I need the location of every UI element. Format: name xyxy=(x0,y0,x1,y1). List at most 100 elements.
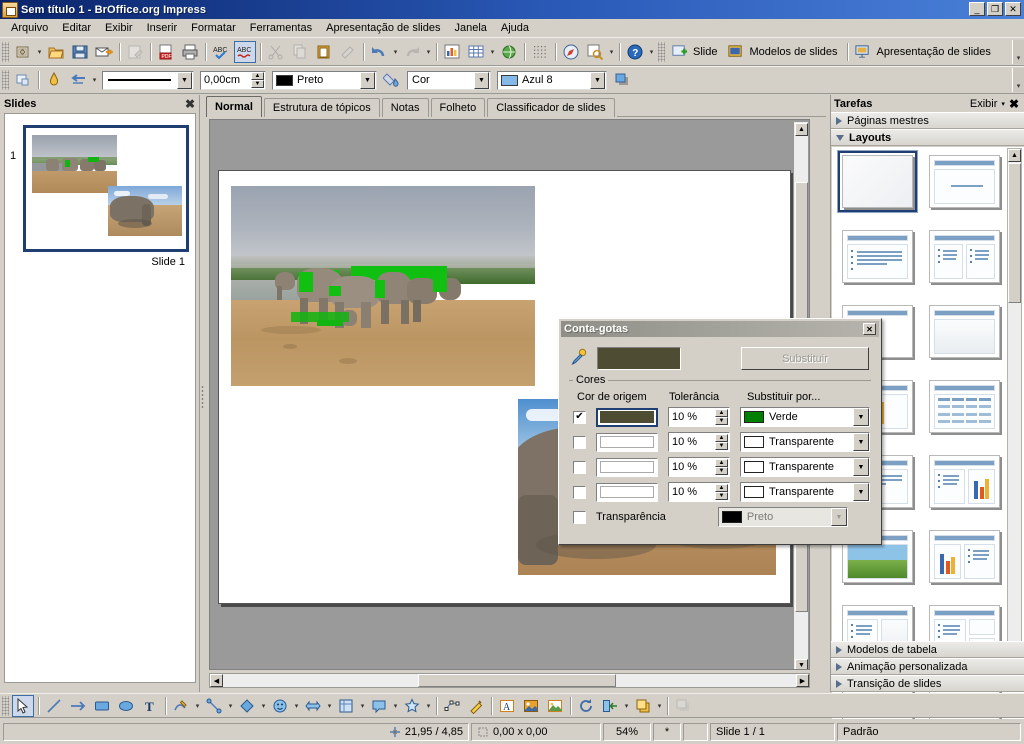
slide-master-icon[interactable] xyxy=(724,41,746,63)
area-style-icon[interactable] xyxy=(381,69,403,91)
fill-color-combo[interactable]: Azul 8 ▼ xyxy=(497,70,607,90)
tolerance-steppers[interactable]: ▲ ▼ xyxy=(715,434,728,450)
chevron-down-icon[interactable]: ▼ xyxy=(853,433,869,451)
slide-thumbnail-item[interactable]: Slide 1 xyxy=(23,125,189,268)
insert-chart-icon[interactable] xyxy=(441,41,463,63)
menu-inserir[interactable]: Inserir xyxy=(140,20,185,36)
stepper-down-icon[interactable]: ▼ xyxy=(715,467,728,475)
tolerance-steppers[interactable]: ▲ ▼ xyxy=(715,409,728,425)
block-arrows-icon[interactable] xyxy=(302,695,324,717)
insert-image-icon[interactable] xyxy=(520,695,542,717)
replace-with-dropdown[interactable]: Transparente ▼ xyxy=(740,482,870,502)
fontwork-icon[interactable]: A xyxy=(496,695,518,717)
stepper-down-icon[interactable]: ▼ xyxy=(715,442,728,450)
line-color-combo[interactable]: Preto ▼ xyxy=(272,70,377,90)
section-layouts[interactable]: Layouts xyxy=(831,129,1024,146)
new-document-icon[interactable] xyxy=(12,41,34,63)
save-icon[interactable] xyxy=(69,41,91,63)
arrow-tool-icon[interactable] xyxy=(67,695,89,717)
tolerance-field[interactable]: 10 % ▲ ▼ xyxy=(668,482,730,502)
line-toolbar-overflow[interactable]: ▾ xyxy=(1012,68,1024,92)
dialog-title-bar[interactable]: Conta-gotas ✕ xyxy=(561,321,879,337)
glue-points-icon[interactable] xyxy=(465,695,487,717)
source-color-checkbox[interactable] xyxy=(573,460,586,474)
stepper-up-icon[interactable]: ▲ xyxy=(715,484,728,492)
rectangle-tool-icon[interactable] xyxy=(91,695,113,717)
navigator-icon[interactable] xyxy=(560,41,582,63)
source-color-field[interactable] xyxy=(596,482,658,502)
print-icon[interactable] xyxy=(179,41,201,63)
source-color-checkbox[interactable] xyxy=(573,435,586,449)
chevron-down-icon[interactable]: ▼ xyxy=(853,408,869,426)
curve-tool-icon[interactable] xyxy=(170,695,192,717)
scroll-down-icon[interactable]: ▼ xyxy=(795,659,808,669)
tasks-vertical-scrollbar[interactable]: ▲ ▼ xyxy=(1007,148,1022,676)
menu-editar[interactable]: Editar xyxy=(55,20,98,36)
slide-thumbnail[interactable] xyxy=(23,125,189,252)
tolerance-field[interactable]: 10 % ▲ ▼ xyxy=(668,432,730,452)
stepper-down-icon[interactable]: ▼ xyxy=(715,492,728,500)
basic-shapes-dropdown-icon[interactable]: ▾ xyxy=(259,695,268,717)
tasks-view-button[interactable]: Exibir xyxy=(970,98,998,110)
image-elephants-waterhole[interactable] xyxy=(231,186,535,386)
layout-title-bullets-chart[interactable] xyxy=(925,451,1004,512)
new-document-dropdown-icon[interactable]: ▾ xyxy=(35,41,44,63)
flowchart-dropdown-icon[interactable]: ▾ xyxy=(358,695,367,717)
connector-dropdown-icon[interactable]: ▾ xyxy=(226,695,235,717)
line-width-steppers[interactable]: ▲ ▼ xyxy=(251,72,264,88)
layout-chart-bullets[interactable] xyxy=(925,526,1004,587)
line-width-spin[interactable]: 0,00cm ▲ ▼ xyxy=(200,70,266,90)
help-icon[interactable]: ? xyxy=(624,41,646,63)
callout-dropdown-icon[interactable]: ▾ xyxy=(391,695,400,717)
chevron-down-icon[interactable]: ▾ xyxy=(997,100,1009,108)
symbol-shapes-dropdown-icon[interactable]: ▾ xyxy=(292,695,301,717)
arrow-style-icon[interactable] xyxy=(67,69,89,91)
select-tool-icon[interactable] xyxy=(12,694,34,717)
stepper-up-icon[interactable]: ▲ xyxy=(715,459,728,467)
layout-title-bullets[interactable] xyxy=(838,226,917,287)
menu-exibir[interactable]: Exibir xyxy=(98,20,140,36)
source-color-checkbox[interactable]: ✔ xyxy=(573,410,586,424)
tab-normal[interactable]: Normal xyxy=(206,96,262,117)
menu-ajuda[interactable]: Ajuda xyxy=(494,20,536,36)
position-and-size-icon[interactable] xyxy=(12,69,34,91)
close-button[interactable]: ✕ xyxy=(1005,2,1021,16)
stars-dropdown-icon[interactable]: ▾ xyxy=(424,695,433,717)
canvas-horizontal-scrollbar[interactable]: ◀ ▶ xyxy=(209,673,810,688)
shadow-icon[interactable] xyxy=(611,69,633,91)
stepper-up-icon[interactable]: ▲ xyxy=(251,72,264,80)
basic-shapes-icon[interactable] xyxy=(236,695,258,717)
tolerance-steppers[interactable]: ▲ ▼ xyxy=(715,484,728,500)
arrange-dropdown-icon[interactable]: ▾ xyxy=(655,695,664,717)
source-color-checkbox[interactable] xyxy=(573,485,586,499)
scroll-up-icon[interactable]: ▲ xyxy=(795,123,808,136)
drawing-toolbar-grip[interactable] xyxy=(2,695,9,716)
splitter-grip[interactable] xyxy=(201,385,204,409)
layout-blank[interactable] xyxy=(837,150,918,213)
chevron-down-icon[interactable]: ▼ xyxy=(360,71,375,89)
curve-dropdown-icon[interactable]: ▾ xyxy=(193,695,202,717)
replace-with-dropdown[interactable]: Verde ▼ xyxy=(740,407,870,427)
rotate-icon[interactable] xyxy=(575,695,597,717)
edit-points-icon[interactable] xyxy=(441,695,463,717)
email-icon[interactable] xyxy=(93,41,115,63)
menu-ferramentas[interactable]: Ferramentas xyxy=(243,20,319,36)
menu-formatar[interactable]: Formatar xyxy=(184,20,243,36)
tab-folheto[interactable]: Folheto xyxy=(430,98,486,117)
paste-icon[interactable] xyxy=(313,41,335,63)
layout-title-two-content[interactable] xyxy=(925,226,1004,287)
spellcheck-icon[interactable]: ABC xyxy=(210,41,232,63)
tolerance-field[interactable]: 10 % ▲ ▼ xyxy=(668,457,730,477)
undo-dropdown-icon[interactable]: ▾ xyxy=(391,41,400,63)
chevron-down-icon[interactable]: ▼ xyxy=(474,71,489,89)
insert-picture-icon[interactable] xyxy=(544,695,566,717)
zoom-indicator[interactable]: 54% xyxy=(603,722,651,741)
maximize-button[interactable]: ❐ xyxy=(987,2,1003,16)
tolerance-value[interactable]: 10 % xyxy=(669,461,714,473)
eyedropper-dialog[interactable]: Conta-gotas ✕ Substituir Cores Cor de or… xyxy=(558,318,882,545)
stepper-up-icon[interactable]: ▲ xyxy=(715,434,728,442)
tab-classificador-de-slides[interactable]: Classificador de slides xyxy=(487,98,615,117)
menu-apresentacao-de-slides[interactable]: Apresentação de slides xyxy=(319,20,447,36)
autospellcheck-icon[interactable]: ABC xyxy=(234,40,256,63)
line-width-value[interactable]: 0,00cm xyxy=(201,74,250,86)
